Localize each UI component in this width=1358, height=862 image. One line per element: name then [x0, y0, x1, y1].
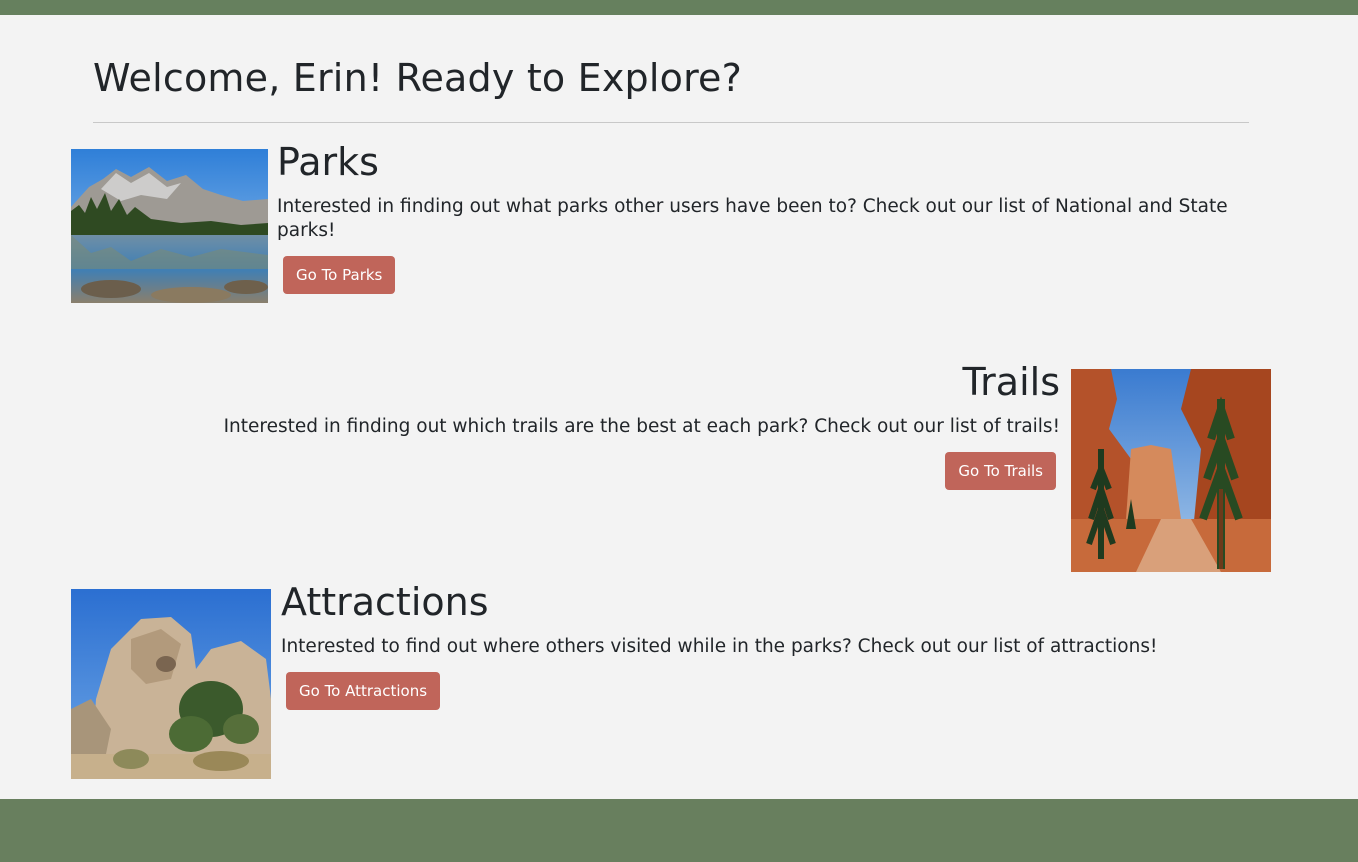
section-title: Trails	[962, 360, 1060, 404]
go-to-attractions-button[interactable]: Go To Attractions	[286, 672, 441, 710]
footer	[0, 799, 1358, 862]
parks-image	[71, 149, 268, 303]
top-bar	[0, 0, 1358, 15]
go-to-parks-button[interactable]: Go To Parks	[283, 256, 396, 294]
attractions-image	[71, 589, 271, 779]
trails-image	[1071, 369, 1271, 572]
section-description: Interested to find out where others visi…	[281, 636, 1158, 657]
section-description: Interested in finding out what parks oth…	[277, 196, 1228, 241]
divider	[93, 122, 1249, 123]
go-to-trails-button[interactable]: Go To Trails	[945, 452, 1056, 490]
page-title: Welcome, Erin! Ready to Explore?	[93, 56, 743, 100]
section-title: Parks	[277, 140, 379, 184]
section-description: Interested in finding out which trails a…	[223, 416, 1060, 437]
section-title: Attractions	[281, 580, 489, 624]
